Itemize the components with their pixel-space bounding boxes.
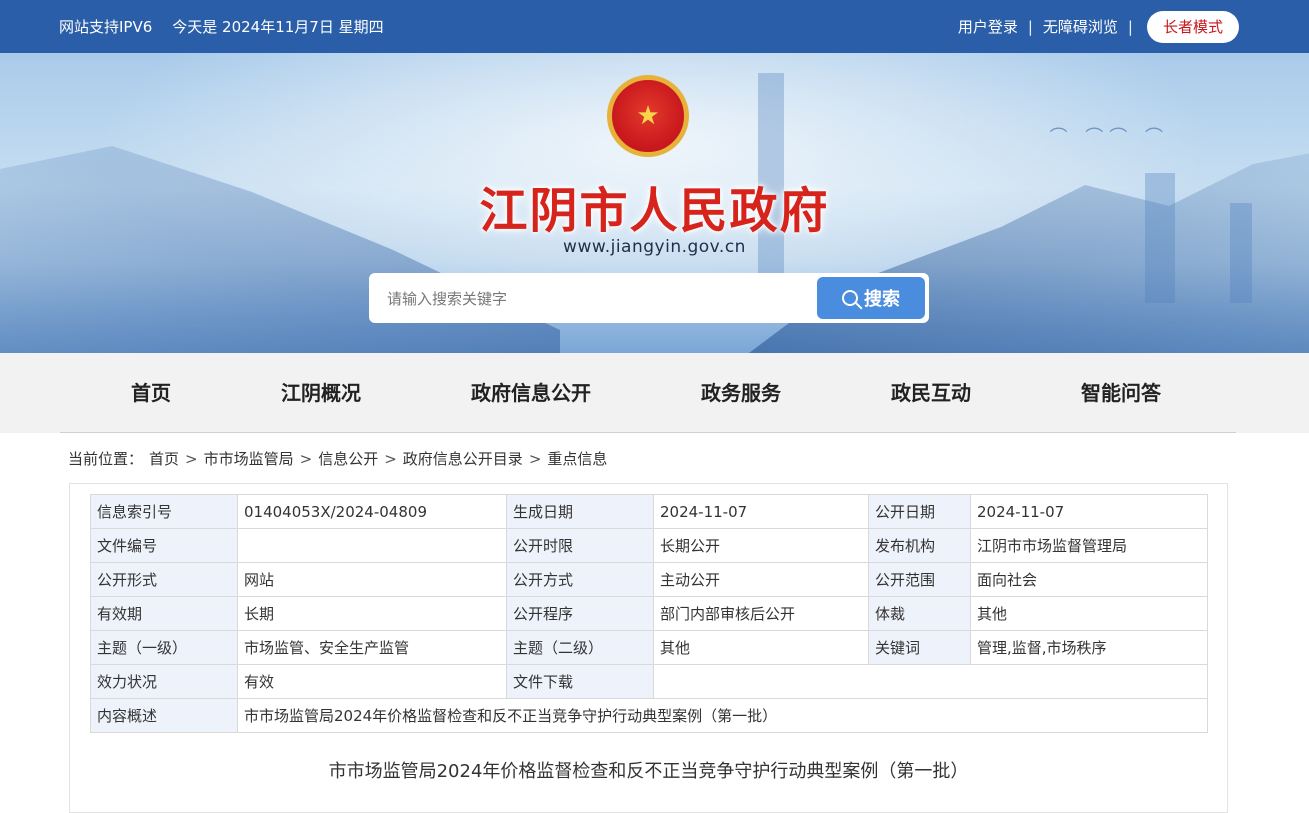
table-value xyxy=(237,528,507,563)
table-key: 文件下载 xyxy=(506,664,654,699)
table-row: 主题（一级） 市场监管、安全生产监管 主题（二级） 其他 关键词 管理,监督,市… xyxy=(90,630,1208,665)
table-key: 体裁 xyxy=(868,596,971,631)
search-button[interactable]: 搜索 xyxy=(817,277,925,319)
breadcrumb-arrow: > xyxy=(299,449,313,468)
top-bar-right: 用户登录 | 无障碍浏览 | 长者模式 xyxy=(958,0,1239,53)
breadcrumb: 当前位置： 首页 > 市市场监管局 > 信息公开 > 政府信息公开目录 > 重点… xyxy=(68,448,607,469)
table-key: 公开日期 xyxy=(868,494,971,529)
separator: | xyxy=(1027,17,1033,36)
top-bar-left: 网站支持IPV6 今天是 2024年11月7日 星期四 xyxy=(59,0,384,53)
table-row: 有效期 长期 公开程序 部门内部审核后公开 体裁 其他 xyxy=(90,596,1208,631)
table-key: 公开时限 xyxy=(506,528,654,563)
nav-item-interaction[interactable]: 政民互动 xyxy=(891,353,971,433)
table-row: 信息索引号 01404053X/2024-04809 生成日期 2024-11-… xyxy=(90,494,1208,529)
table-key: 有效期 xyxy=(90,596,238,631)
breadcrumb-item[interactable]: 首页 xyxy=(149,448,179,469)
nav-item-info-disclosure[interactable]: 政府信息公开 xyxy=(471,353,591,433)
table-key: 文件编号 xyxy=(90,528,238,563)
header-banner: ⌒ ⌒⌒ ⌒ ★ 江阴市人民政府 www.jiangyin.gov.cn 搜索 xyxy=(0,53,1309,353)
table-value: 管理,监督,市场秩序 xyxy=(970,630,1208,665)
breadcrumb-arrow: > xyxy=(185,449,198,468)
top-bar: 网站支持IPV6 今天是 2024年11月7日 星期四 用户登录 | 无障碍浏览… xyxy=(0,0,1309,53)
table-key: 关键词 xyxy=(868,630,971,665)
breadcrumb-item[interactable]: 信息公开 xyxy=(318,448,378,469)
main-nav: 首页 江阴概况 政府信息公开 政务服务 政民互动 智能问答 xyxy=(0,353,1309,433)
elder-mode-button[interactable]: 长者模式 xyxy=(1146,10,1239,43)
search-icon xyxy=(842,290,858,306)
table-value: 部门内部审核后公开 xyxy=(653,596,869,631)
info-metadata-table: 信息索引号 01404053X/2024-04809 生成日期 2024-11-… xyxy=(90,494,1208,733)
table-row: 公开形式 网站 公开方式 主动公开 公开范围 面向社会 xyxy=(90,562,1208,597)
site-title: 江阴市人民政府 xyxy=(479,183,830,239)
nav-item-smart-qa[interactable]: 智能问答 xyxy=(1081,353,1161,433)
table-key: 信息索引号 xyxy=(90,494,238,529)
table-row: 内容概述 市市场监管局2024年价格监督检查和反不正当竞争守护行动典型案例（第一… xyxy=(90,698,1208,733)
article-title: 市市场监管局2024年价格监督检查和反不正当竞争守护行动典型案例（第一批） xyxy=(328,761,969,782)
table-key: 内容概述 xyxy=(90,698,238,733)
birds-icon: ⌒ ⌒⌒ ⌒ xyxy=(1049,127,1169,148)
nav-divider xyxy=(60,432,1236,433)
table-value: 市场监管、安全生产监管 xyxy=(237,630,507,665)
table-value: 主动公开 xyxy=(653,562,869,597)
table-value: 市市场监管局2024年价格监督检查和反不正当竞争守护行动典型案例（第一批） xyxy=(237,698,1208,733)
table-key: 发布机构 xyxy=(868,528,971,563)
table-key: 主题（二级） xyxy=(506,630,654,665)
table-key: 效力状况 xyxy=(90,664,238,699)
table-key: 公开程序 xyxy=(506,596,654,631)
table-key: 生成日期 xyxy=(506,494,654,529)
table-value: 01404053X/2024-04809 xyxy=(237,494,507,529)
table-value: 其他 xyxy=(653,630,869,665)
national-emblem-icon: ★ xyxy=(607,75,689,157)
table-value: 面向社会 xyxy=(970,562,1208,597)
table-value: 有效 xyxy=(237,664,507,699)
site-url: www.jiangyin.gov.cn xyxy=(563,237,746,257)
table-value: 2024-11-07 xyxy=(653,494,869,529)
accessible-browse-link[interactable]: 无障碍浏览 xyxy=(1043,16,1118,37)
file-download-cell[interactable] xyxy=(653,664,1208,699)
table-value: 长期 xyxy=(237,596,507,631)
nav-item-home[interactable]: 首页 xyxy=(131,353,171,433)
breadcrumb-arrow: > xyxy=(528,449,542,468)
breadcrumb-arrow: > xyxy=(384,449,397,468)
table-key: 主题（一级） xyxy=(90,630,238,665)
table-row: 效力状况 有效 文件下载 xyxy=(90,664,1208,699)
nav-item-overview[interactable]: 江阴概况 xyxy=(281,353,361,433)
search-button-label: 搜索 xyxy=(864,289,900,310)
breadcrumb-label: 当前位置： xyxy=(68,450,144,468)
user-login-link[interactable]: 用户登录 xyxy=(958,16,1018,37)
table-key: 公开方式 xyxy=(506,562,654,597)
ipv6-notice: 网站支持IPV6 xyxy=(59,18,153,36)
search-box: 搜索 xyxy=(369,273,929,323)
table-value: 网站 xyxy=(237,562,507,597)
table-row: 文件编号 公开时限 长期公开 发布机构 江阴市市场监督管理局 xyxy=(90,528,1208,563)
breadcrumb-item[interactable]: 政府信息公开目录 xyxy=(403,448,523,469)
search-input[interactable] xyxy=(385,275,809,323)
table-value: 江阴市市场监督管理局 xyxy=(970,528,1208,563)
table-key: 公开形式 xyxy=(90,562,238,597)
table-value: 长期公开 xyxy=(653,528,869,563)
nav-item-gov-services[interactable]: 政务服务 xyxy=(701,353,781,433)
breadcrumb-item[interactable]: 市市场监管局 xyxy=(204,448,294,469)
current-date: 今天是 2024年11月7日 星期四 xyxy=(172,18,384,36)
table-value: 其他 xyxy=(970,596,1208,631)
breadcrumb-item[interactable]: 重点信息 xyxy=(547,448,607,469)
separator: | xyxy=(1127,17,1133,36)
table-key: 公开范围 xyxy=(868,562,971,597)
table-value: 2024-11-07 xyxy=(970,494,1208,529)
